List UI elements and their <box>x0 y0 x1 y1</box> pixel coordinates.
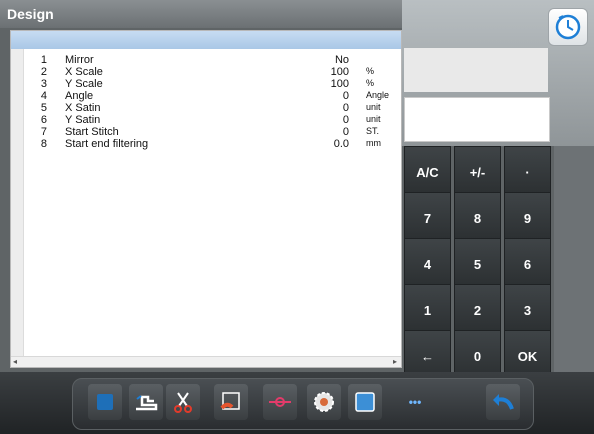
more-icon: ••• <box>408 395 422 409</box>
timer-button[interactable] <box>548 8 588 46</box>
param-name: Angle <box>65 90 94 102</box>
scissors-icon <box>174 392 192 413</box>
param-unit: mm <box>366 138 381 148</box>
param-unit: unit <box>366 114 381 124</box>
param-name: X Satin <box>65 102 101 114</box>
parameter-list: 1 Mirror No 2 X Scale 100 % 3 Y Scale 10… <box>10 30 402 368</box>
row-number: 7 <box>40 126 47 138</box>
undo-button[interactable] <box>486 384 520 420</box>
row-number: 1 <box>40 54 47 66</box>
horizontal-scrollbar[interactable]: ◂ ▸ <box>11 356 401 367</box>
row-gutter <box>11 49 24 367</box>
clock-icon <box>555 14 581 40</box>
design-button[interactable] <box>88 384 122 420</box>
trim-button[interactable] <box>166 384 200 420</box>
row-number: 8 <box>40 138 47 150</box>
param-unit: unit <box>366 102 381 112</box>
param-name: Y Satin <box>65 114 101 126</box>
scroll-right-icon[interactable]: ▸ <box>393 357 397 366</box>
settings-wheel-button[interactable] <box>307 384 341 420</box>
param-name: Mirror <box>65 54 94 66</box>
design-icon <box>97 394 113 410</box>
param-name: Y Scale <box>65 78 103 90</box>
param-value: 0 <box>342 102 349 114</box>
machine-button[interactable] <box>129 384 163 420</box>
param-value: 100 <box>330 78 349 90</box>
row-number: 6 <box>40 114 47 126</box>
row-number: 2 <box>40 66 47 78</box>
window-title: Design <box>7 6 54 22</box>
param-value: No <box>334 54 349 66</box>
param-value: 100 <box>330 66 349 78</box>
scroll-left-icon[interactable]: ◂ <box>13 357 17 366</box>
frame-button[interactable] <box>214 384 248 420</box>
row-number: 4 <box>40 90 47 102</box>
thread-icon <box>269 397 291 407</box>
row-number: 5 <box>40 102 47 114</box>
image-icon <box>355 392 375 412</box>
undo-icon <box>493 394 514 410</box>
display-field <box>404 48 548 92</box>
frame-icon <box>220 392 240 410</box>
param-name: Start end filtering <box>65 138 149 150</box>
title-bar: Design <box>0 0 402 28</box>
thread-button[interactable] <box>263 384 297 420</box>
numeric-keypad: A/C +/- · 7 8 9 4 5 6 1 2 3 ← 0 OK <box>404 146 554 383</box>
machine-icon <box>136 395 158 411</box>
row-number: 3 <box>40 78 47 90</box>
param-name: X Scale <box>65 66 103 78</box>
param-unit: % <box>366 78 375 88</box>
param-name: Start Stitch <box>65 126 119 138</box>
value-input[interactable] <box>404 97 550 142</box>
param-unit: % <box>366 66 375 76</box>
param-value: 0 <box>342 90 349 102</box>
param-value: 0 <box>342 114 349 126</box>
param-value: 0 <box>342 126 349 138</box>
param-value: 0.0 <box>333 138 349 150</box>
list-header <box>11 31 401 49</box>
param-unit: Angle <box>366 90 390 100</box>
param-unit: ST. <box>366 126 380 136</box>
settings-wheel-icon <box>314 392 334 412</box>
side-panel <box>554 146 594 372</box>
more-button[interactable]: ••• <box>398 384 432 420</box>
image-button[interactable] <box>348 384 382 420</box>
